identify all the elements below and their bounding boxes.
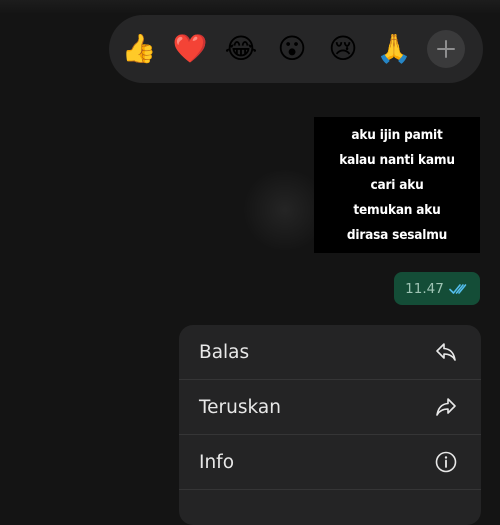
menu-item-reply[interactable]: Balas (179, 325, 481, 379)
image-message[interactable]: aku ijin pamit kalau nanti kamu cari aku… (314, 117, 480, 253)
menu-divider (179, 489, 481, 490)
image-text-line: cari aku (370, 176, 424, 193)
reaction-folded-hands[interactable]: 🙏 (376, 31, 412, 67)
menu-item-label: Teruskan (199, 396, 281, 418)
top-blur (0, 0, 500, 14)
info-icon (435, 451, 457, 473)
image-text-line: temukan aku (353, 201, 441, 218)
forward-icon (436, 398, 456, 416)
image-text-line: kalau nanti kamu (339, 151, 455, 168)
menu-item-label: Info (199, 451, 235, 473)
more-reactions-button[interactable] (427, 30, 465, 68)
menu-item-forward[interactable]: Teruskan (179, 380, 481, 434)
image-text-line: dirasa sesalmu (346, 226, 448, 243)
image-text-line: aku ijin pamit (351, 126, 443, 143)
reaction-red-heart[interactable]: ❤️ (172, 31, 208, 67)
message-time: 11.47 (405, 280, 444, 297)
message-context-menu: Balas Teruskan Info (179, 325, 481, 525)
reaction-thumbs-up[interactable]: 👍 (121, 31, 157, 67)
reaction-bar: 👍 ❤️ 😂 😮 😢 🙏 (109, 15, 483, 83)
menu-item-label: Balas (199, 341, 250, 363)
message-timestamp-bubble: 11.47 (394, 272, 480, 305)
reaction-surprised-face[interactable]: 😮 (274, 31, 310, 67)
reply-icon (436, 343, 456, 361)
reaction-crying-face[interactable]: 😢 (325, 31, 361, 67)
double-check-icon (449, 283, 467, 294)
menu-item-info[interactable]: Info (179, 435, 481, 489)
plus-icon (437, 40, 455, 58)
reaction-tears-of-joy[interactable]: 😂 (223, 31, 259, 67)
